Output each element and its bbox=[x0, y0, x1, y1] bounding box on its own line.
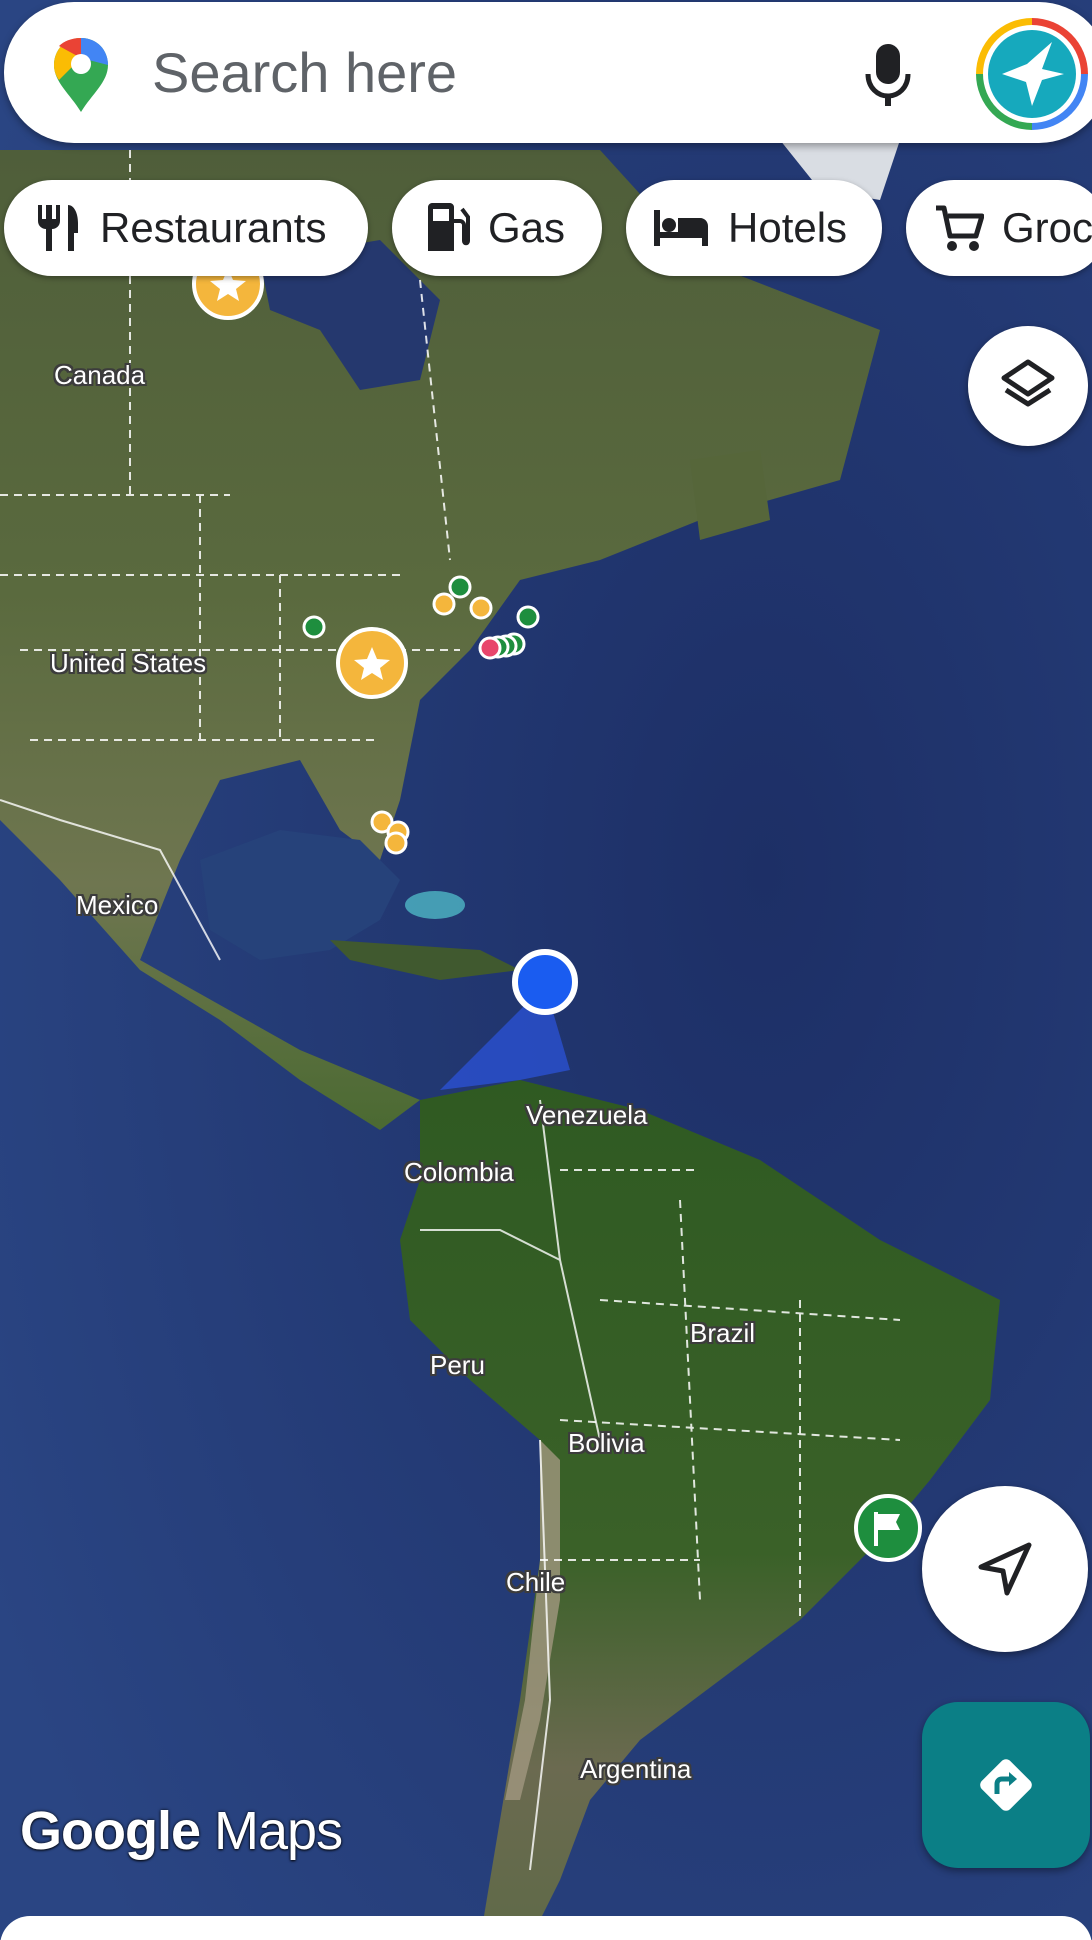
map-label-mexico: Mexico bbox=[76, 890, 159, 920]
bird-avatar-icon bbox=[988, 30, 1076, 118]
watermark-google: Google bbox=[20, 1801, 201, 1861]
hotel-bed-icon bbox=[654, 210, 708, 246]
avatar[interactable] bbox=[976, 18, 1088, 130]
map-label-bolivia: Bolivia bbox=[568, 1428, 645, 1458]
gas-station-icon bbox=[428, 203, 470, 251]
chip-label-groceries: Groc bbox=[1002, 204, 1092, 251]
chip-gas[interactable]: Gas bbox=[392, 180, 602, 276]
current-location-dot bbox=[512, 949, 578, 1015]
my-location-button[interactable] bbox=[922, 1486, 1088, 1652]
map-label-united-states: United States bbox=[50, 648, 207, 678]
map-label-canada: Canada bbox=[54, 360, 146, 390]
directions-button[interactable] bbox=[922, 1702, 1090, 1868]
navigation-arrow-icon bbox=[978, 1542, 1032, 1596]
map-label-peru: Peru bbox=[430, 1350, 485, 1380]
layers-icon bbox=[1001, 359, 1055, 407]
chip-groceries[interactable]: Groc bbox=[906, 180, 1092, 276]
bottom-sheet[interactable] bbox=[0, 1916, 1092, 1940]
restaurant-icon bbox=[38, 205, 78, 251]
star-icon bbox=[336, 627, 408, 699]
map-label-chile: Chile bbox=[506, 1567, 566, 1597]
search-bar[interactable]: Search here bbox=[4, 2, 1092, 143]
map-label-brazil: Brazil bbox=[690, 1318, 756, 1348]
chip-label-hotels: Hotels bbox=[728, 204, 848, 251]
grocery-cart-icon bbox=[936, 205, 984, 251]
google-maps-pin-icon bbox=[54, 38, 108, 112]
satellite-map[interactable] bbox=[0, 0, 1092, 1940]
flag-icon bbox=[854, 1494, 922, 1562]
map-label-colombia: Colombia bbox=[404, 1157, 514, 1187]
map-label-venezuela: Venezuela bbox=[526, 1100, 648, 1130]
chip-hotels[interactable]: Hotels bbox=[626, 180, 882, 276]
directions-icon bbox=[980, 1759, 1032, 1811]
google-maps-watermark: Google Maps bbox=[20, 1800, 343, 1862]
chip-label-gas: Gas bbox=[488, 204, 566, 251]
chip-label-restaurants: Restaurants bbox=[100, 204, 327, 251]
microphone-icon[interactable] bbox=[864, 42, 912, 108]
layers-button[interactable] bbox=[968, 326, 1088, 446]
watermark-maps: Maps bbox=[214, 1801, 343, 1861]
chip-restaurants[interactable]: Restaurants bbox=[4, 180, 368, 276]
search-input[interactable]: Search here bbox=[152, 40, 457, 105]
map-label-argentina: Argentina bbox=[580, 1754, 692, 1784]
